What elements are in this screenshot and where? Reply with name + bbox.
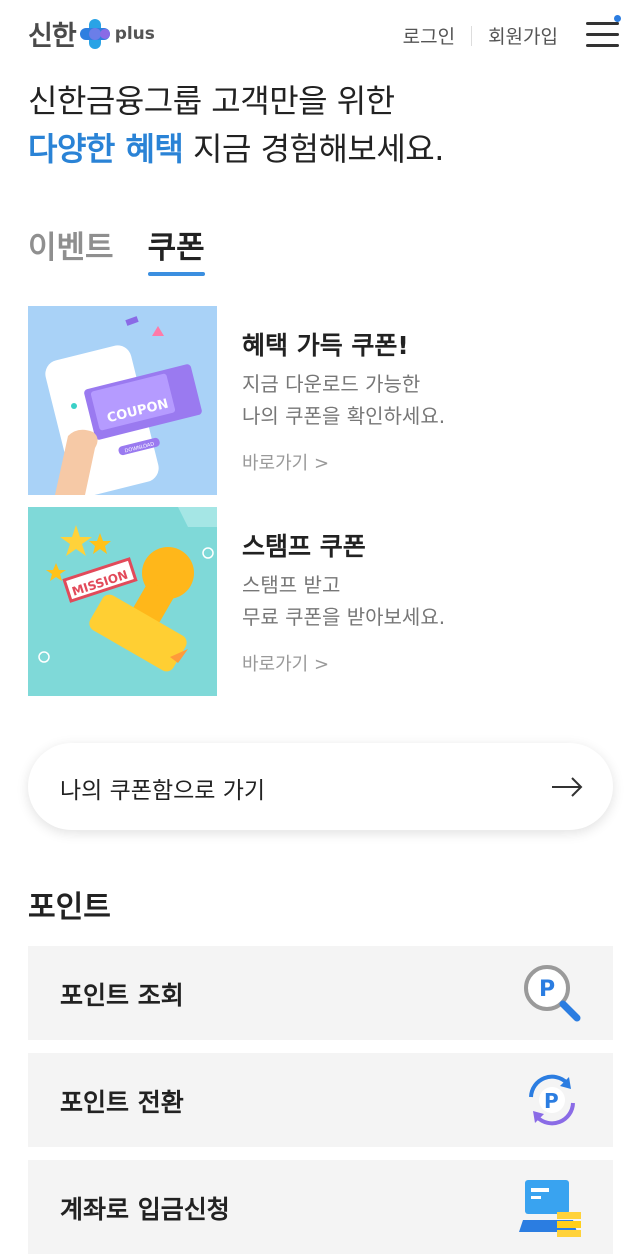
shinhan-plus-logo[interactable]: 신한 plus [28, 14, 155, 53]
card-title: 혜택 가득 쿠폰! [242, 331, 409, 360]
card-title: 스탬프 쿠폰 [242, 532, 366, 561]
card-description: 스탬프 받고 무료 쿠폰을 받아보세요. [242, 569, 445, 633]
hamburger-line [586, 33, 619, 36]
signup-link[interactable]: 회원가입 [488, 22, 558, 49]
stamp-illustration: MISSION [28, 507, 217, 696]
hero-accent: 다양한 혜택 [28, 130, 184, 168]
svg-text:P: P [539, 977, 555, 1002]
header: 신한 plus 로그인 회원가입 [0, 0, 640, 70]
svg-text:P: P [544, 1089, 559, 1113]
card-shortcut-link[interactable]: 바로가기 > [242, 650, 329, 676]
hamburger-line [586, 22, 619, 25]
menu-item-label: 포인트 전환 [60, 1088, 184, 1117]
point-exchange-icon: P [529, 1074, 575, 1126]
hero-headline: 신한금융그룹 고객만을 위한 다양한 혜택 지금 경험해보세요. [28, 77, 444, 173]
menu-button[interactable] [586, 15, 621, 50]
tab-event[interactable]: 이벤트 [28, 222, 114, 272]
logo-suffix: plus [114, 23, 155, 44]
tab-bar: 이벤트 쿠폰 [28, 222, 239, 276]
notification-dot [614, 15, 621, 22]
card-desc-line: 나의 쿠폰을 확인하세요. [242, 404, 446, 428]
coupon-card-benefit[interactable]: COUPON DOWNLOAD 혜택 가득 쿠폰! 지금 다운로드 가능한 나의… [28, 306, 613, 496]
menu-item-label: 포인트 조회 [60, 981, 184, 1010]
my-coupon-box-label: 나의 쿠폰함으로 가기 [60, 778, 266, 804]
account-deposit-item[interactable]: 계좌로 입금신청 [28, 1160, 613, 1254]
tab-coupon[interactable]: 쿠폰 [147, 222, 205, 276]
point-exchange-item[interactable]: 포인트 전환 P [28, 1053, 613, 1147]
hero-line2: 다양한 혜택 지금 경험해보세요. [28, 125, 444, 173]
link-divider [471, 25, 473, 46]
card-description: 지금 다운로드 가능한 나의 쿠폰을 확인하세요. [242, 368, 445, 432]
point-inquiry-item[interactable]: 포인트 조회 P [28, 946, 613, 1040]
account-deposit-icon [519, 1180, 581, 1237]
logo-text: 신한 [28, 21, 77, 52]
top-links: 로그인 회원가입 [403, 22, 558, 49]
points-section-title: 포인트 [28, 890, 111, 925]
login-link[interactable]: 로그인 [403, 22, 455, 49]
hamburger-line [586, 44, 619, 47]
arrow-right-icon [552, 777, 583, 797]
card-desc-line: 무료 쿠폰을 받아보세요. [242, 605, 446, 629]
card-shortcut-link[interactable]: 바로가기 > [242, 449, 329, 475]
card-desc-line: 지금 다운로드 가능한 [242, 372, 421, 396]
hero-rest: 지금 경험해보세요. [183, 130, 444, 168]
card-desc-line: 스탬프 받고 [242, 573, 341, 597]
point-search-icon: P [524, 965, 581, 1022]
stamp-coupon-card[interactable]: MISSION 스탬프 쿠폰 스탬프 받고 무료 쿠폰을 받아보세요. 바로가기… [28, 507, 613, 697]
menu-item-label: 계좌로 입금신청 [60, 1195, 230, 1224]
plus-cross-icon [79, 18, 110, 49]
coupon-illustration: COUPON DOWNLOAD [28, 306, 217, 495]
hero-line1: 신한금융그룹 고객만을 위한 [28, 82, 395, 120]
my-coupon-box-button[interactable]: 나의 쿠폰함으로 가기 [28, 743, 613, 830]
